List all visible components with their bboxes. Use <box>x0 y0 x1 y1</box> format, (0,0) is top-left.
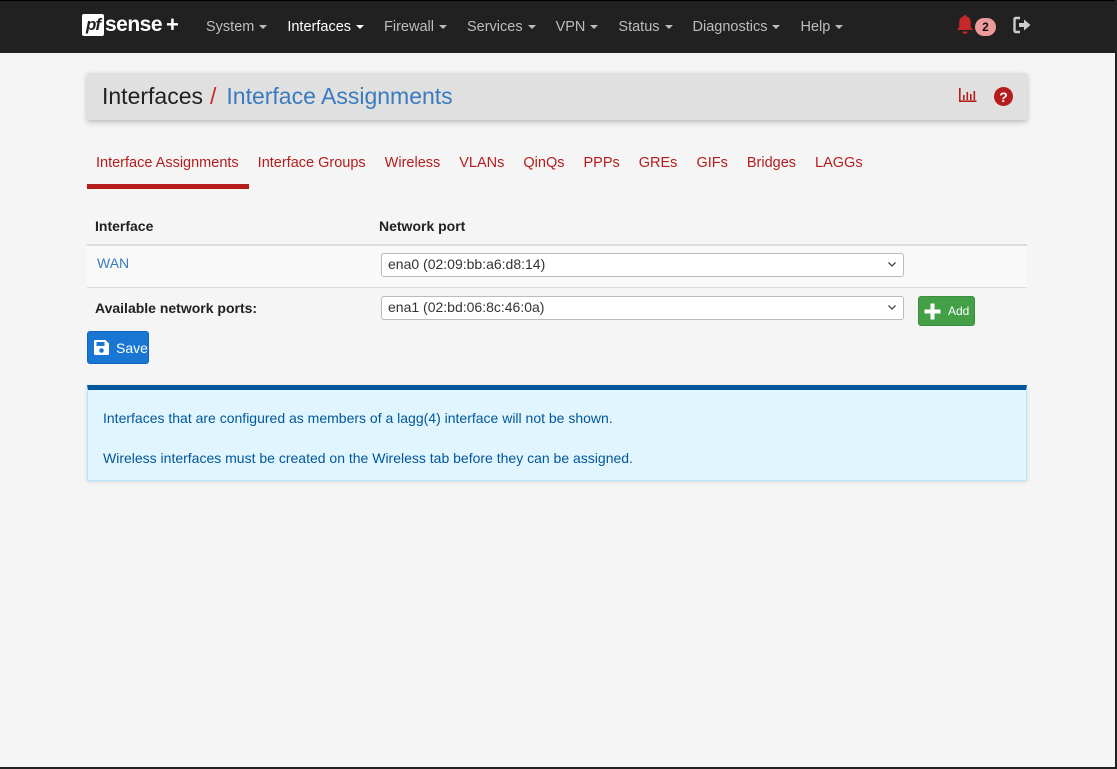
caret-down-icon <box>356 25 365 29</box>
caret-down-icon <box>259 25 268 29</box>
interface-link-wan[interactable]: WAN <box>97 255 129 271</box>
menu-diagnostics[interactable]: Diagnostics <box>683 19 791 35</box>
column-header-interface: Interface <box>95 218 154 234</box>
save-label: Save <box>116 339 148 356</box>
table-row: WAN ena0 (02:09:bb:a6:d8:14) <box>87 246 1027 288</box>
menu-label: Diagnostics <box>692 19 768 35</box>
available-ports-row: Available network ports: ena1 (02:bd:06:… <box>87 288 1027 332</box>
menu-label: Status <box>618 19 660 35</box>
page-header: Interfaces / Interface Assignments ? <box>87 73 1027 120</box>
help-icon[interactable]: ? <box>994 87 1013 106</box>
info-text-wireless: Wireless interfaces must be created on t… <box>103 450 633 466</box>
chevron-down-icon <box>888 305 896 310</box>
logo-pf: pf <box>82 14 104 36</box>
breadcrumb-interfaces[interactable]: Interfaces <box>102 83 203 110</box>
logo-sense: sense <box>105 13 163 36</box>
plus-icon <box>924 303 941 319</box>
navbar-right: 2 <box>955 14 1033 36</box>
header-icons: ? <box>958 87 1013 106</box>
network-port-select-wan[interactable]: ena0 (02:09:bb:a6:d8:14) <box>381 253 904 277</box>
tab-bridges[interactable]: Bridges <box>738 150 806 189</box>
caret-down-icon <box>590 25 599 29</box>
caret-down-icon <box>835 25 844 29</box>
menu-system[interactable]: System <box>196 19 277 35</box>
logo-plus: + <box>166 12 179 37</box>
sign-out-icon[interactable] <box>1013 15 1033 35</box>
interface-tabs: Interface Assignments Interface Groups W… <box>87 150 873 189</box>
caret-down-icon <box>772 25 781 29</box>
menu-label: Help <box>800 19 831 35</box>
menu-label: Firewall <box>384 19 434 35</box>
tab-interface-assignments[interactable]: Interface Assignments <box>87 150 249 189</box>
menu-help[interactable]: Help <box>790 19 853 35</box>
tab-wireless[interactable]: Wireless <box>376 150 451 189</box>
menu-services[interactable]: Services <box>457 19 546 35</box>
floppy-disk-icon <box>94 340 109 355</box>
main-menu: System Interfaces Firewall Services VPN … <box>196 1 853 53</box>
column-header-network-port: Network port <box>379 218 466 234</box>
breadcrumb-interface-assignments[interactable]: Interface Assignments <box>226 83 452 110</box>
info-text-lagg: Interfaces that are configured as member… <box>103 410 613 426</box>
caret-down-icon <box>664 25 673 29</box>
menu-firewall[interactable]: Firewall <box>374 19 457 35</box>
breadcrumb-separator: / <box>210 83 217 109</box>
tab-laggs[interactable]: LAGGs <box>806 150 873 189</box>
bar-chart-icon[interactable] <box>958 87 977 106</box>
menu-interfaces[interactable]: Interfaces <box>277 19 374 35</box>
add-label: Add <box>948 304 970 318</box>
menu-label: VPN <box>555 19 586 35</box>
tab-gifs[interactable]: GIFs <box>687 150 737 189</box>
interface-assignments-table: Interface Network port WAN ena0 (02:09:b… <box>87 206 1027 332</box>
info-alert: Interfaces that are configured as member… <box>87 385 1027 481</box>
menu-status[interactable]: Status <box>608 19 682 35</box>
save-button[interactable]: Save <box>87 331 149 364</box>
breadcrumb: Interfaces / Interface Assignments <box>102 83 453 110</box>
available-ports-label: Available network ports: <box>95 300 258 316</box>
tab-vlans[interactable]: VLANs <box>450 150 514 189</box>
available-port-select[interactable]: ena1 (02:bd:06:8c:46:0a) <box>381 296 904 320</box>
notification-count-badge[interactable]: 2 <box>975 18 996 36</box>
tab-interface-groups[interactable]: Interface Groups <box>249 150 376 189</box>
add-button[interactable]: Add <box>918 296 975 326</box>
caret-down-icon <box>438 25 447 29</box>
top-navbar: pf sense + System Interfaces Firewall Se… <box>0 0 1115 53</box>
tab-qinqs[interactable]: QinQs <box>514 150 574 189</box>
menu-vpn[interactable]: VPN <box>546 19 609 35</box>
selected-value: ena1 (02:bd:06:8c:46:0a) <box>388 299 545 315</box>
pfsense-logo[interactable]: pf sense + <box>82 12 179 37</box>
tab-gres[interactable]: GREs <box>630 150 688 189</box>
tab-ppps[interactable]: PPPs <box>575 150 630 189</box>
caret-down-icon <box>527 25 536 29</box>
menu-label: Services <box>466 19 523 35</box>
bell-icon[interactable] <box>955 14 975 36</box>
menu-label: System <box>206 19 255 35</box>
table-header: Interface Network port <box>87 206 1027 246</box>
menu-label: Interfaces <box>287 19 352 35</box>
chevron-down-icon <box>888 262 896 267</box>
selected-value: ena0 (02:09:bb:a6:d8:14) <box>388 256 546 272</box>
